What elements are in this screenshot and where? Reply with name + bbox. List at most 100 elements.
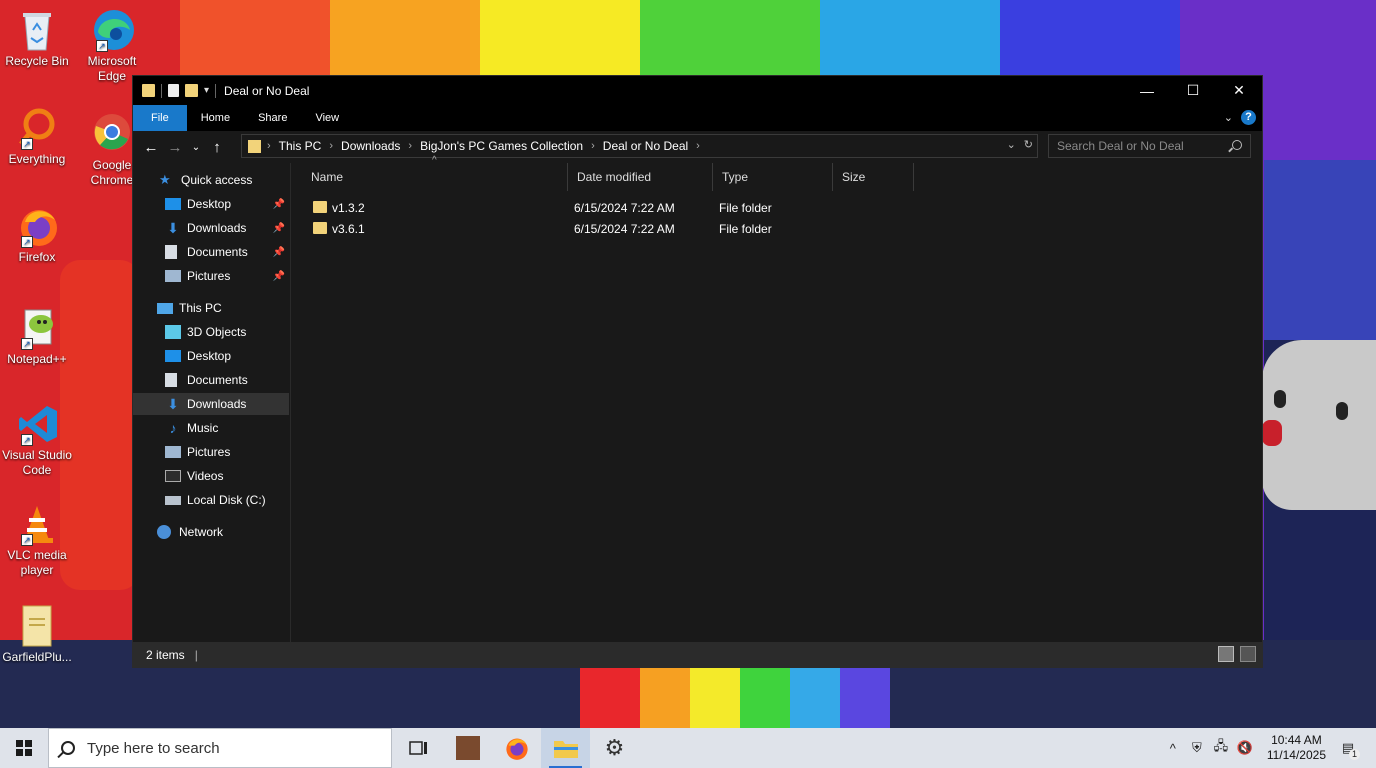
nav-documents[interactable]: Documents — [133, 369, 291, 391]
close-button[interactable]: ✕ — [1216, 76, 1262, 105]
new-folder-icon[interactable] — [185, 84, 198, 97]
task-view-icon[interactable] — [394, 728, 443, 768]
tab-share[interactable]: Share — [244, 105, 301, 131]
help-icon[interactable]: ? — [1241, 110, 1256, 125]
nav-network[interactable]: Network — [133, 521, 291, 543]
desktop-icon — [165, 350, 181, 362]
ribbon-tabs: File Home Share View ⌄ ? — [133, 105, 1262, 131]
firefox-icon: ↗ — [17, 204, 57, 248]
desktop-icon-vlc[interactable]: ↗ VLC media player — [0, 502, 74, 578]
star-icon: ★ — [159, 172, 171, 187]
column-type[interactable]: Type — [713, 163, 833, 191]
file-name: v1.3.2 — [332, 201, 365, 215]
details-view-button[interactable] — [1218, 646, 1234, 662]
desktop-icon-notepadpp[interactable]: ↗ Notepad++ — [0, 306, 74, 367]
document-icon — [17, 604, 57, 648]
column-date-modified[interactable]: Date modified — [568, 163, 713, 191]
back-button[interactable]: ← — [139, 139, 163, 156]
nav-downloads[interactable]: ⬇ Downloads — [133, 393, 289, 415]
media-thumbnail-icon[interactable] — [443, 728, 492, 768]
desktop-icon-garfield[interactable]: GarfieldPlu... — [0, 604, 74, 665]
nav-videos[interactable]: Videos — [133, 465, 291, 487]
breadcrumb-this-pc[interactable]: This PC — [279, 139, 322, 153]
breadcrumb-downloads[interactable]: Downloads — [341, 139, 400, 153]
chevron-right-icon[interactable]: › — [696, 140, 700, 152]
nav-quick-documents[interactable]: Documents 📌 — [133, 241, 291, 263]
clock-time: 10:44 AM — [1271, 733, 1322, 747]
up-button[interactable]: ↑ — [205, 139, 229, 156]
file-list: ^ Name Date modified Type Size v1.3.2 6/… — [292, 155, 1262, 643]
volume-muted-icon[interactable]: 🔇 — [1233, 740, 1257, 756]
chevron-right-icon[interactable]: › — [591, 140, 595, 152]
tab-file[interactable]: File — [133, 105, 187, 131]
chevron-right-icon[interactable]: › — [329, 140, 333, 152]
customize-toolbar-icon[interactable]: ▾ — [204, 85, 209, 96]
clock-date: 11/14/2025 — [1266, 748, 1326, 762]
minimize-button[interactable]: — — [1124, 76, 1170, 105]
address-bar[interactable]: › This PC › Downloads › BigJon's PC Game… — [241, 134, 1038, 158]
breadcrumb-deal-or-no-deal[interactable]: Deal or No Deal — [603, 139, 688, 153]
pin-icon[interactable]: 📌 — [273, 271, 285, 282]
search-icon[interactable] — [1232, 140, 1242, 150]
desktop-icon — [165, 198, 181, 210]
properties-icon[interactable] — [168, 84, 179, 97]
settings-icon[interactable]: ⚙ — [590, 728, 639, 768]
start-button[interactable] — [0, 728, 48, 768]
nav-pictures[interactable]: Pictures — [133, 441, 291, 463]
nav-quick-access[interactable]: ★ Quick access — [133, 169, 291, 191]
desktop-icon-everything[interactable]: ↗ Everything — [0, 106, 74, 167]
file-row[interactable]: v1.3.2 6/15/2024 7:22 AM File folder — [292, 198, 1252, 219]
toolbar-separator — [161, 83, 162, 98]
security-icon[interactable]: ⛨ — [1185, 740, 1209, 756]
forward-button[interactable]: → — [163, 139, 187, 156]
pin-icon[interactable]: 📌 — [273, 223, 285, 234]
nav-local-disk[interactable]: Local Disk (C:) — [133, 489, 291, 511]
expand-ribbon-icon[interactable]: ⌄ — [1224, 111, 1233, 124]
notepadpp-icon: ↗ — [17, 306, 57, 350]
search-icon — [61, 741, 75, 755]
nav-music[interactable]: ♪ Music — [133, 417, 291, 439]
desktop-icon-recycle-bin[interactable]: Recycle Bin — [0, 8, 74, 69]
chevron-right-icon[interactable]: › — [267, 140, 271, 152]
desktop-icon-label: Google Chrome — [90, 158, 134, 187]
nav-3d-objects[interactable]: 3D Objects — [133, 321, 291, 343]
status-bar: 2 items | — [133, 642, 1262, 667]
column-headers: ^ Name Date modified Type Size — [292, 155, 1252, 191]
refresh-icon[interactable]: ↻ — [1024, 138, 1033, 151]
desktop-icon-edge[interactable]: ↗ Microsoft Edge — [75, 8, 149, 84]
address-dropdown-icon[interactable]: ⌄ — [1007, 138, 1016, 151]
column-name[interactable]: Name — [302, 163, 568, 191]
pin-icon[interactable]: 📌 — [273, 199, 285, 210]
breadcrumb-games-collection[interactable]: BigJon's PC Games Collection — [420, 139, 583, 153]
tab-view[interactable]: View — [301, 105, 353, 131]
title-bar[interactable]: ▾ Deal or No Deal — ☐ ✕ — [133, 76, 1262, 105]
chevron-up-icon[interactable]: ^ — [1161, 741, 1185, 756]
nav-desktop[interactable]: Desktop — [133, 345, 291, 367]
file-name: v3.6.1 — [332, 222, 365, 236]
taskbar-search-box[interactable]: Type here to search — [48, 728, 392, 768]
folder-icon — [248, 139, 261, 153]
maximize-button[interactable]: ☐ — [1170, 76, 1216, 105]
tab-home[interactable]: Home — [187, 105, 244, 131]
desktop-icon-label: Microsoft Edge — [87, 54, 137, 83]
chevron-right-icon[interactable]: › — [408, 140, 412, 152]
nav-quick-pictures[interactable]: Pictures 📌 — [133, 265, 291, 287]
notifications-icon[interactable]: ▤ 1 — [1336, 740, 1360, 760]
nav-quick-desktop[interactable]: Desktop 📌 — [133, 193, 291, 215]
search-input[interactable]: Search Deal or No Deal — [1048, 134, 1251, 158]
firefox-icon[interactable] — [492, 728, 541, 768]
desktop-icon-firefox[interactable]: ↗ Firefox — [0, 204, 74, 265]
desktop-icon-label: Everything — [8, 152, 66, 166]
network-status-icon[interactable]: 🖧 — [1209, 737, 1233, 759]
file-row[interactable]: v3.6.1 6/15/2024 7:22 AM File folder — [292, 219, 1252, 240]
column-size[interactable]: Size — [833, 163, 914, 191]
pin-icon[interactable]: 📌 — [273, 247, 285, 258]
nav-quick-downloads[interactable]: ⬇ Downloads 📌 — [133, 217, 291, 239]
large-icons-view-button[interactable] — [1240, 646, 1256, 662]
cube-icon — [165, 325, 181, 339]
nav-this-pc[interactable]: This PC — [133, 297, 291, 319]
desktop-icon-vscode[interactable]: ↗ Visual Studio Code — [0, 402, 74, 478]
recent-locations-button[interactable]: ⌄ — [187, 142, 205, 153]
file-explorer-icon[interactable] — [541, 728, 590, 768]
clock[interactable]: 10:44 AM 11/14/2025 — [1267, 733, 1326, 763]
